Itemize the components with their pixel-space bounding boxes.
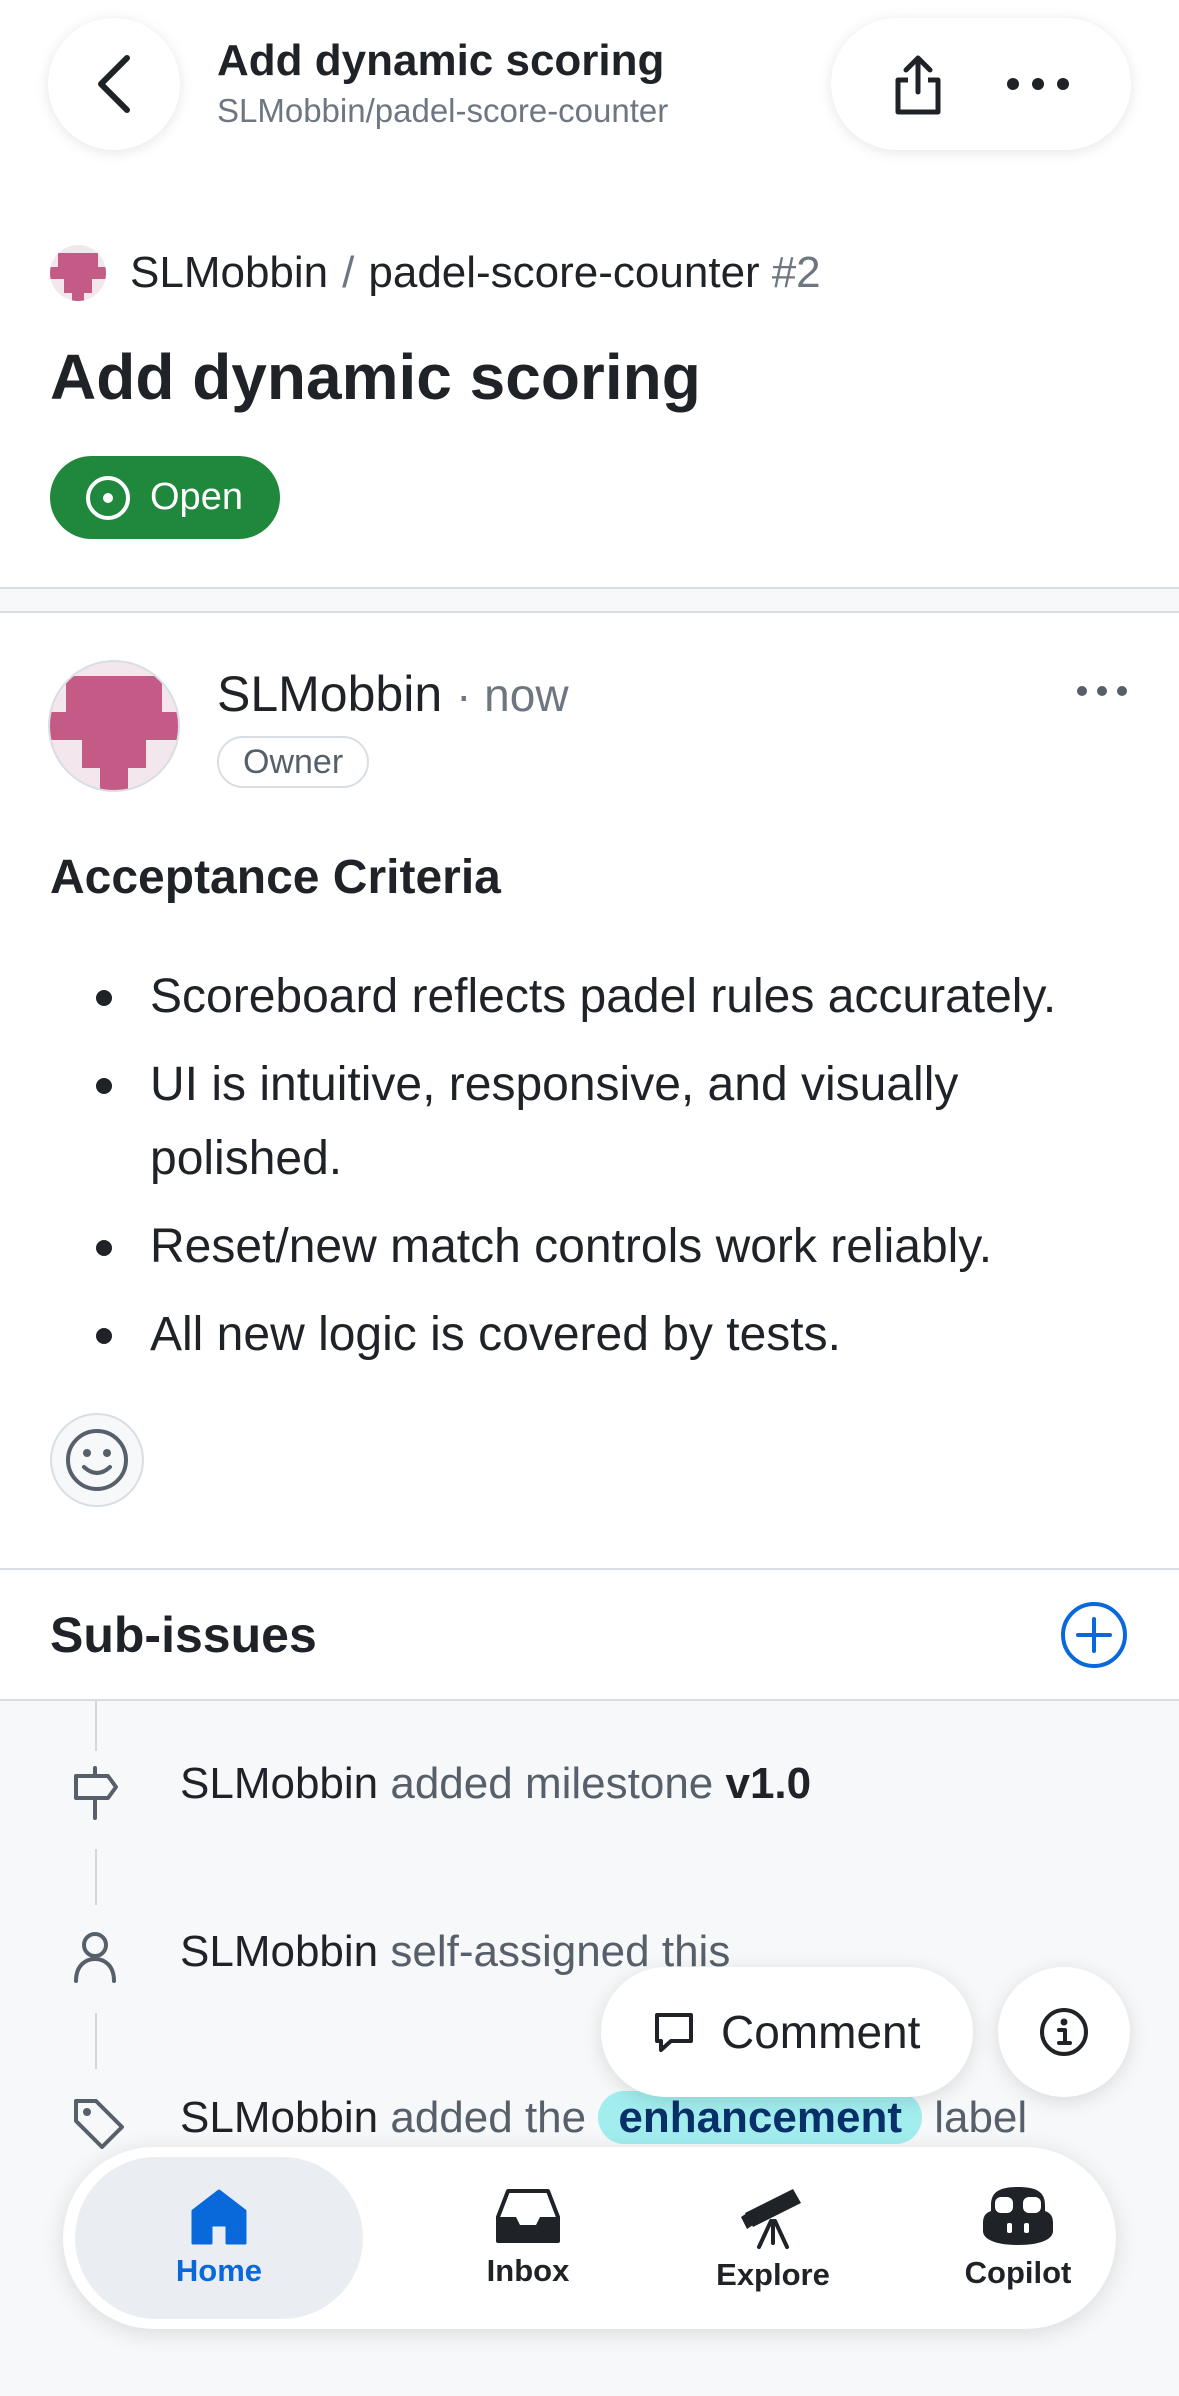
share-icon (895, 55, 940, 115)
repo-owner: SLMobbin (130, 248, 329, 297)
comment-time: · now (456, 669, 569, 721)
list-item: All new logic is covered by tests. (50, 1298, 1160, 1372)
share-button[interactable] (892, 52, 944, 116)
tab-copilot[interactable]: Copilot (883, 2157, 1153, 2319)
issue-title: Add dynamic scoring (50, 341, 701, 413)
repo-separator: / (342, 248, 355, 297)
issue-number: #2 (771, 248, 821, 297)
smiley-icon (66, 1429, 128, 1491)
tab-label: Explore (716, 2257, 830, 2292)
milestone-link[interactable]: v1.0 (725, 1759, 811, 1808)
more-horizontal-icon (1006, 78, 1069, 90)
header-subtitle: SLMobbin/padel-score-counter (217, 92, 669, 129)
issue-opened-icon (86, 475, 130, 520)
header-actions (831, 18, 1131, 150)
person-icon (74, 1932, 116, 1983)
tab-inbox[interactable]: Inbox (393, 2157, 663, 2319)
add-sub-issue-button[interactable] (1060, 1601, 1128, 1669)
role-badge: Owner (217, 736, 370, 788)
header-title: Add dynamic scoring (217, 36, 665, 85)
repo-breadcrumb[interactable]: SLMobbin / padel-score-counter #2 (50, 245, 821, 301)
avatar[interactable] (48, 660, 180, 792)
add-reaction-button[interactable] (50, 1413, 144, 1507)
event-actor[interactable]: SLMobbin (180, 2093, 378, 2142)
section-divider (0, 587, 1179, 613)
timeline-event: SLMobbin added milestone v1.0 (180, 1759, 811, 1809)
copilot-icon (983, 2187, 1053, 2245)
repo-owner-avatar (50, 245, 106, 301)
timeline-event: SLMobbin added the enhancement label (180, 2091, 1028, 2144)
timeline-connector (95, 2013, 97, 2069)
chevron-left-icon (98, 55, 130, 113)
criteria-list: Scoreboard reflects padel rules accurate… (50, 960, 1160, 1386)
comment-icon (655, 2013, 693, 2052)
telescope-icon (741, 2189, 801, 2249)
tab-label: Home (175, 2253, 263, 2288)
more-horizontal-icon (1077, 686, 1127, 696)
comment-button[interactable]: Comment (601, 1967, 973, 2097)
tab-explore[interactable]: Explore (638, 2157, 908, 2319)
event-actor[interactable]: SLMobbin (180, 1759, 378, 1808)
event-action: added milestone (378, 1759, 726, 1808)
comment-button-label: Comment (721, 2006, 921, 2058)
timeline-connector (95, 1701, 97, 1751)
info-button[interactable] (998, 1967, 1130, 2097)
tab-label: Copilot (964, 2255, 1072, 2290)
label-badge[interactable]: enhancement (598, 2091, 922, 2144)
event-suffix: label (921, 2093, 1028, 2142)
list-item: Reset/new match controls work reliably. (50, 1210, 1160, 1284)
tag-icon (74, 2099, 124, 2149)
event-actor[interactable]: SLMobbin (180, 1927, 378, 1976)
repo-name: padel-score-counter (368, 248, 760, 297)
back-button[interactable] (48, 18, 180, 150)
info-icon (1040, 2008, 1088, 2056)
event-action: added the (378, 2093, 599, 2142)
comment-author[interactable]: SLMobbin (217, 666, 442, 722)
sub-issues-title: Sub-issues (50, 1607, 317, 1663)
comment-author-line: SLMobbin · now (217, 665, 569, 723)
timeline-connector (95, 1849, 97, 1905)
comment-heading: Acceptance Criteria (50, 851, 501, 904)
tab-bar: Home Inbox Explore Copilot (63, 2147, 1116, 2329)
tab-label: Inbox (486, 2253, 570, 2288)
status-badge: Open (50, 456, 280, 539)
tab-home[interactable]: Home (75, 2157, 363, 2319)
inbox-icon (496, 2189, 560, 2243)
list-item: UI is intuitive, responsive, and visuall… (50, 1048, 1160, 1196)
status-label: Open (150, 476, 243, 518)
list-item: Scoreboard reflects padel rules accurate… (50, 960, 1160, 1034)
home-icon (191, 2189, 247, 2245)
plus-circle-icon (1061, 1602, 1127, 1668)
milestone-icon (74, 1766, 118, 1820)
more-options-button[interactable] (1005, 76, 1071, 92)
comment-more-button[interactable] (1076, 678, 1136, 704)
